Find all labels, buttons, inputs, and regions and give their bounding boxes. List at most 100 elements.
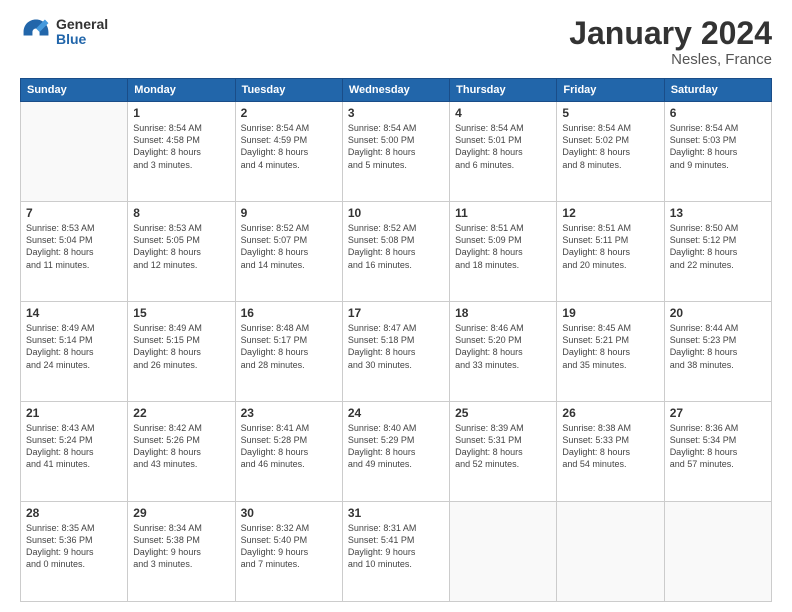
- day-info: Sunrise: 8:44 AMSunset: 5:23 PMDaylight:…: [670, 322, 766, 371]
- day-info: Sunrise: 8:54 AMSunset: 5:00 PMDaylight:…: [348, 122, 444, 171]
- daylight-text: and 52 minutes.: [455, 458, 551, 470]
- day-number: 5: [562, 106, 658, 120]
- sunset-text: Sunset: 5:28 PM: [241, 434, 337, 446]
- daylight-text: and 38 minutes.: [670, 359, 766, 371]
- daylight-text: and 22 minutes.: [670, 259, 766, 271]
- col-saturday: Saturday: [664, 79, 771, 102]
- day-number: 30: [241, 506, 337, 520]
- day-number: 18: [455, 306, 551, 320]
- sunset-text: Sunset: 5:29 PM: [348, 434, 444, 446]
- day-info: Sunrise: 8:53 AMSunset: 5:04 PMDaylight:…: [26, 222, 122, 271]
- sunrise-text: Sunrise: 8:46 AM: [455, 322, 551, 334]
- table-row: 3 Sunrise: 8:54 AMSunset: 5:00 PMDaylight…: [342, 102, 449, 202]
- table-row: 18Sunrise: 8:46 AMSunset: 5:20 PMDayligh…: [450, 302, 557, 402]
- sunset-text: Sunset: 5:40 PM: [241, 534, 337, 546]
- daylight-text: Daylight: 8 hours: [670, 146, 766, 158]
- table-row: 16Sunrise: 8:48 AMSunset: 5:17 PMDayligh…: [235, 302, 342, 402]
- table-row: 29Sunrise: 8:34 AMSunset: 5:38 PMDayligh…: [128, 502, 235, 602]
- daylight-text: Daylight: 8 hours: [562, 146, 658, 158]
- logo-icon: [20, 16, 52, 48]
- header: General Blue January 2024 Nesles, France: [20, 16, 772, 68]
- sunrise-text: Sunrise: 8:54 AM: [455, 122, 551, 134]
- table-row: 13 Sunrise: 8:50 AMSunset: 5:12 PMDayligh…: [664, 202, 771, 302]
- sunset-text: Sunset: 5:08 PM: [348, 234, 444, 246]
- daylight-text: Daylight: 8 hours: [241, 346, 337, 358]
- calendar-week-row: 14 Sunrise: 8:49 AMSunset: 5:14 PMDayligh…: [21, 302, 772, 402]
- daylight-text: Daylight: 8 hours: [26, 446, 122, 458]
- daylight-text: and 0 minutes.: [26, 558, 122, 570]
- sunset-text: Sunset: 5:02 PM: [562, 134, 658, 146]
- daylight-text: and 14 minutes.: [241, 259, 337, 271]
- day-info: Sunrise: 8:51 AMSunset: 5:11 PMDaylight:…: [562, 222, 658, 271]
- sunrise-text: Sunrise: 8:38 AM: [562, 422, 658, 434]
- table-row: 25 Sunrise: 8:39 AMSunset: 5:31 PMDayligh…: [450, 402, 557, 502]
- day-info: Sunrise: 8:52 AMSunset: 5:07 PMDaylight:…: [241, 222, 337, 271]
- daylight-text: Daylight: 8 hours: [26, 346, 122, 358]
- daylight-text: Daylight: 8 hours: [348, 246, 444, 258]
- sunrise-text: Sunrise: 8:53 AM: [26, 222, 122, 234]
- day-info: Sunrise: 8:50 AMSunset: 5:12 PMDaylight:…: [670, 222, 766, 271]
- day-info: Sunrise: 8:34 AMSunset: 5:38 PMDaylight:…: [133, 522, 229, 571]
- daylight-text: and 9 minutes.: [670, 159, 766, 171]
- sunrise-text: Sunrise: 8:52 AM: [241, 222, 337, 234]
- logo-text: General Blue: [56, 17, 108, 48]
- daylight-text: Daylight: 8 hours: [348, 146, 444, 158]
- daylight-text: Daylight: 9 hours: [133, 546, 229, 558]
- daylight-text: Daylight: 8 hours: [133, 446, 229, 458]
- day-info: Sunrise: 8:54 AMSunset: 5:03 PMDaylight:…: [670, 122, 766, 171]
- day-info: Sunrise: 8:54 AMSunset: 4:59 PMDaylight:…: [241, 122, 337, 171]
- day-info: Sunrise: 8:39 AMSunset: 5:31 PMDaylight:…: [455, 422, 551, 471]
- day-info: Sunrise: 8:54 AMSunset: 5:02 PMDaylight:…: [562, 122, 658, 171]
- day-number: 10: [348, 206, 444, 220]
- table-row: 31Sunrise: 8:31 AMSunset: 5:41 PMDayligh…: [342, 502, 449, 602]
- day-number: 2: [241, 106, 337, 120]
- table-row: 9Sunrise: 8:52 AMSunset: 5:07 PMDaylight…: [235, 202, 342, 302]
- col-thursday: Thursday: [450, 79, 557, 102]
- sunset-text: Sunset: 5:33 PM: [562, 434, 658, 446]
- daylight-text: Daylight: 8 hours: [562, 346, 658, 358]
- day-info: Sunrise: 8:51 AMSunset: 5:09 PMDaylight:…: [455, 222, 551, 271]
- day-number: 19: [562, 306, 658, 320]
- day-number: 12: [562, 206, 658, 220]
- day-number: 7: [26, 206, 122, 220]
- daylight-text: Daylight: 8 hours: [455, 346, 551, 358]
- location-label: Nesles, France: [569, 51, 772, 68]
- day-number: 25: [455, 406, 551, 420]
- title-block: January 2024 Nesles, France: [569, 16, 772, 68]
- col-wednesday: Wednesday: [342, 79, 449, 102]
- day-info: Sunrise: 8:54 AMSunset: 4:58 PMDaylight:…: [133, 122, 229, 171]
- day-number: 21: [26, 406, 122, 420]
- table-row: 24Sunrise: 8:40 AMSunset: 5:29 PMDayligh…: [342, 402, 449, 502]
- daylight-text: and 20 minutes.: [562, 259, 658, 271]
- sunset-text: Sunset: 5:34 PM: [670, 434, 766, 446]
- sunset-text: Sunset: 4:59 PM: [241, 134, 337, 146]
- daylight-text: and 33 minutes.: [455, 359, 551, 371]
- sunset-text: Sunset: 4:58 PM: [133, 134, 229, 146]
- day-number: 8: [133, 206, 229, 220]
- table-row: 23Sunrise: 8:41 AMSunset: 5:28 PMDayligh…: [235, 402, 342, 502]
- daylight-text: Daylight: 8 hours: [241, 446, 337, 458]
- daylight-text: and 26 minutes.: [133, 359, 229, 371]
- day-info: Sunrise: 8:49 AMSunset: 5:15 PMDaylight:…: [133, 322, 229, 371]
- day-info: Sunrise: 8:49 AMSunset: 5:14 PMDaylight:…: [26, 322, 122, 371]
- sunrise-text: Sunrise: 8:32 AM: [241, 522, 337, 534]
- sunset-text: Sunset: 5:21 PM: [562, 334, 658, 346]
- table-row: 27Sunrise: 8:36 AMSunset: 5:34 PMDayligh…: [664, 402, 771, 502]
- page: General Blue January 2024 Nesles, France…: [0, 0, 792, 612]
- table-row: [557, 502, 664, 602]
- sunrise-text: Sunrise: 8:49 AM: [133, 322, 229, 334]
- sunset-text: Sunset: 5:01 PM: [455, 134, 551, 146]
- table-row: 20Sunrise: 8:44 AMSunset: 5:23 PMDayligh…: [664, 302, 771, 402]
- calendar-week-row: 7 Sunrise: 8:53 AMSunset: 5:04 PMDaylight…: [21, 202, 772, 302]
- sunrise-text: Sunrise: 8:44 AM: [670, 322, 766, 334]
- table-row: 7 Sunrise: 8:53 AMSunset: 5:04 PMDaylight…: [21, 202, 128, 302]
- day-number: 14: [26, 306, 122, 320]
- sunset-text: Sunset: 5:26 PM: [133, 434, 229, 446]
- day-number: 13: [670, 206, 766, 220]
- day-number: 28: [26, 506, 122, 520]
- daylight-text: Daylight: 8 hours: [670, 446, 766, 458]
- day-number: 3: [348, 106, 444, 120]
- sunrise-text: Sunrise: 8:54 AM: [562, 122, 658, 134]
- sunrise-text: Sunrise: 8:48 AM: [241, 322, 337, 334]
- daylight-text: and 3 minutes.: [133, 558, 229, 570]
